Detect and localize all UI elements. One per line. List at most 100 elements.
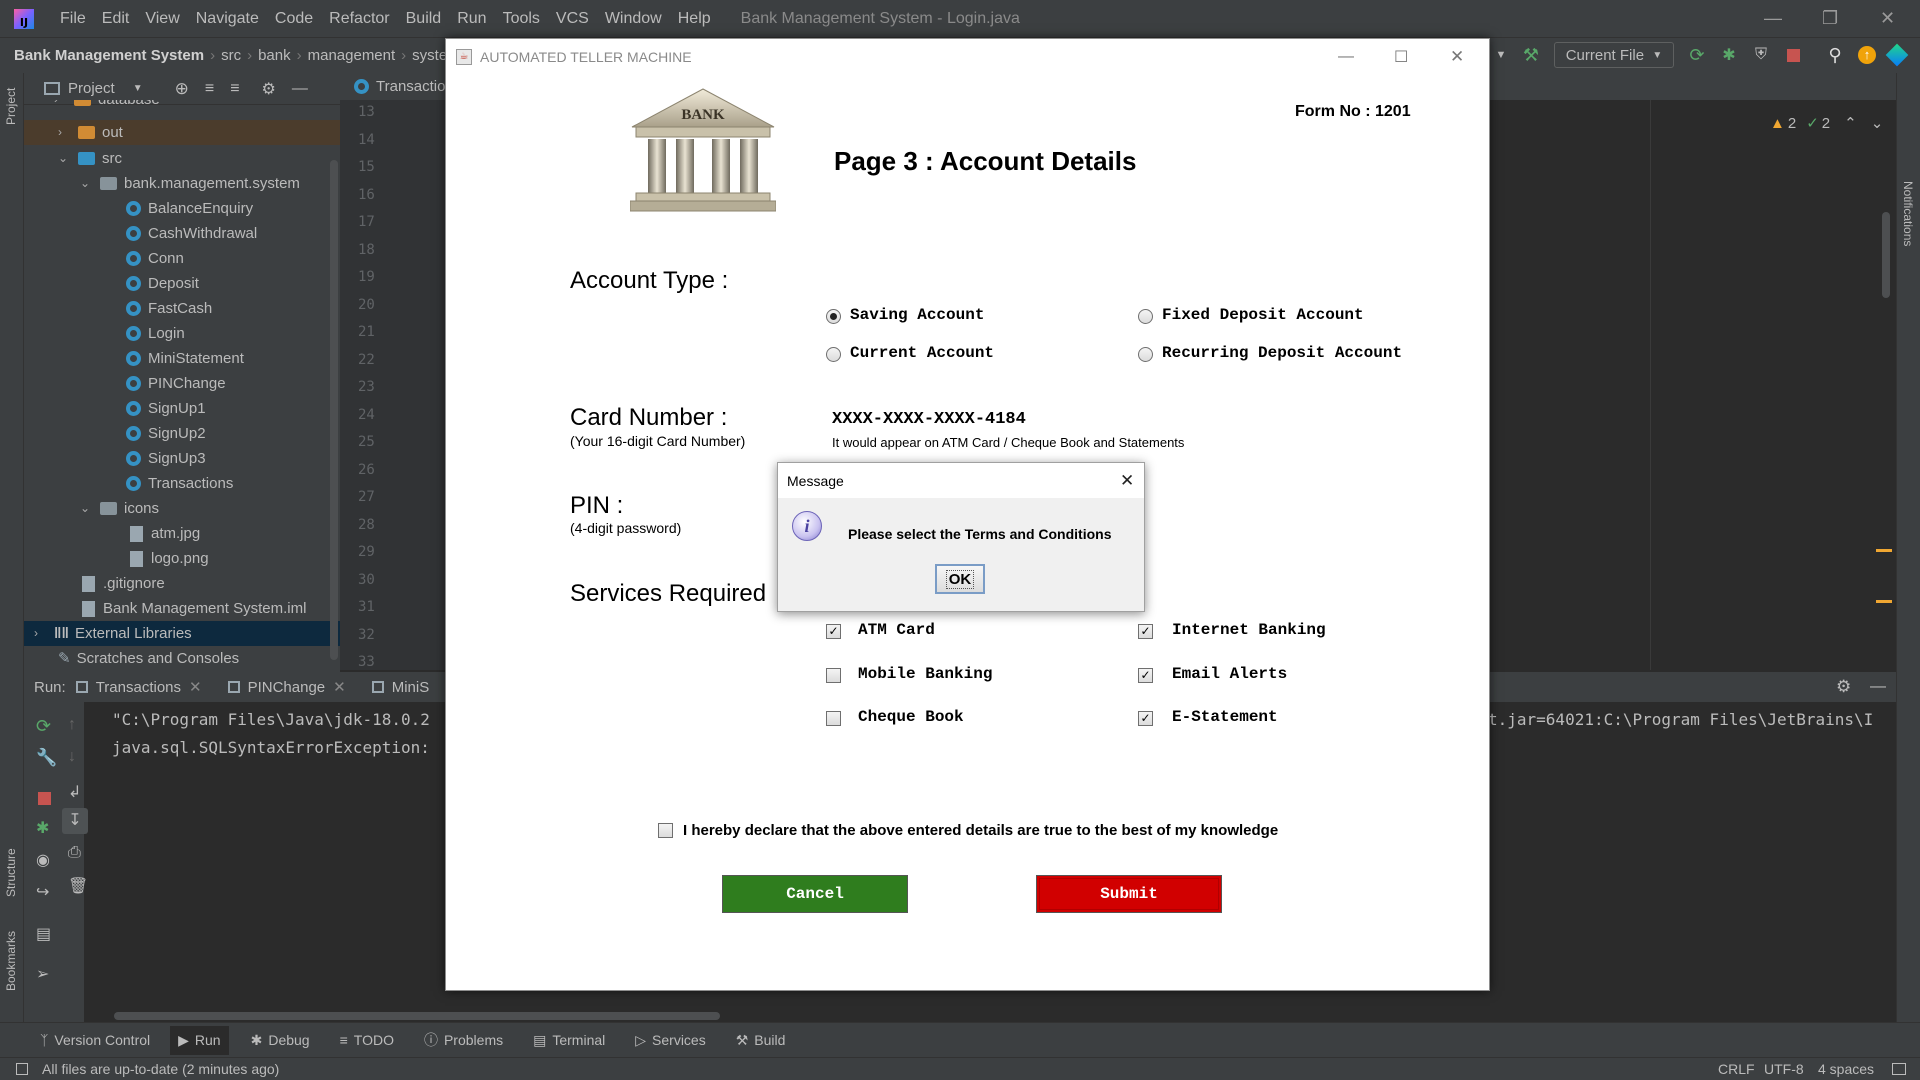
bookmarks-tool-label[interactable]: Bookmarks (4, 931, 18, 991)
scroll-to-end-icon[interactable]: ↧ (62, 808, 88, 834)
status-message[interactable]: All files are up-to-date (2 minutes ago) (42, 1061, 279, 1077)
declaration-text[interactable]: I hereby declare that the above entered … (683, 822, 1278, 839)
email-alerts-label[interactable]: Email Alerts (1172, 665, 1287, 683)
saving-account-label[interactable]: Saving Account (850, 306, 984, 324)
tree-file-gitignore[interactable]: .gitignore (82, 571, 165, 596)
checkbox-e-statement[interactable]: ✓ (1138, 711, 1153, 726)
tree-item-external-libraries[interactable]: › ‖‖ External Libraries (24, 621, 340, 646)
menu-edit[interactable]: Edit (94, 10, 138, 28)
tool-build[interactable]: ⚒ Build (736, 1032, 786, 1049)
warning-stripe[interactable] (1876, 549, 1892, 552)
tree-file-iml[interactable]: Bank Management System.iml (82, 596, 306, 621)
file-encoding[interactable]: UTF-8 (1764, 1061, 1804, 1077)
exit-icon[interactable]: ↪ (36, 882, 49, 902)
stop-icon[interactable] (38, 792, 51, 805)
project-tool-label[interactable]: Project (4, 88, 18, 125)
jetbrains-ai-icon[interactable] (1885, 42, 1909, 68)
e-statement-label[interactable]: E-Statement (1172, 708, 1278, 726)
breadcrumb-src[interactable]: src (221, 47, 241, 64)
editor-scrollbar[interactable] (1882, 212, 1890, 298)
tree-class-signup1[interactable]: SignUp1 (126, 396, 206, 421)
gear-icon[interactable]: ⚙ (1836, 677, 1851, 697)
editor-tab-transactions[interactable]: Transactio (354, 78, 445, 95)
layout-icon[interactable]: ▤ (36, 924, 51, 944)
tool-version-control[interactable]: ᛉ Version Control (40, 1032, 150, 1048)
checkbox-internet-banking[interactable]: ✓ (1138, 624, 1153, 639)
soft-wrap-icon[interactable]: ↲ (68, 782, 81, 802)
menu-file[interactable]: File (52, 10, 94, 28)
trash-icon[interactable]: 🗑 (68, 876, 88, 896)
chevron-down-icon[interactable]: ▼ (133, 83, 143, 94)
menu-view[interactable]: View (137, 10, 187, 28)
tree-class-deposit[interactable]: Deposit (126, 271, 199, 296)
checkbox-email-alerts[interactable]: ✓ (1138, 668, 1153, 683)
minimize-icon[interactable]: — (1764, 8, 1782, 29)
arrow-up-icon[interactable]: ↑ (68, 716, 76, 734)
tree-class-ministatement[interactable]: MiniStatement (126, 346, 244, 371)
tree-item-database[interactable]: ›database (24, 100, 340, 112)
checkbox-declaration[interactable] (658, 823, 673, 838)
tree-class-signup3[interactable]: SignUp3 (126, 446, 206, 471)
tree-class-login[interactable]: Login (126, 321, 185, 346)
indent-setting[interactable]: 4 spaces (1818, 1061, 1874, 1077)
tree-item-scratches[interactable]: ✎ Scratches and Consoles (58, 646, 239, 671)
line-separator[interactable]: CRLF (1718, 1061, 1755, 1077)
tree-class-cashwithdrawal[interactable]: CashWithdrawal (126, 221, 257, 246)
console-scrollbar[interactable] (114, 1012, 720, 1020)
menu-vcs[interactable]: VCS (548, 10, 597, 28)
checkbox-atm-card[interactable]: ✓ (826, 624, 841, 639)
recurring-deposit-label[interactable]: Recurring Deposit Account (1162, 344, 1402, 362)
cancel-button[interactable]: Cancel (722, 875, 908, 913)
menu-code[interactable]: Code (267, 10, 321, 28)
debug-bug-icon[interactable]: ✱ (1718, 42, 1740, 68)
cheque-book-label[interactable]: Cheque Book (858, 708, 964, 726)
mobile-banking-label[interactable]: Mobile Banking (858, 665, 992, 683)
menu-navigate[interactable]: Navigate (188, 10, 267, 28)
search-icon[interactable]: ⚲ (1824, 42, 1846, 68)
build-hammer-icon[interactable]: ⚒ (1520, 42, 1542, 68)
breadcrumb-bank[interactable]: bank (258, 47, 291, 64)
menu-run[interactable]: Run (449, 10, 494, 28)
tree-class-fastcash[interactable]: FastCash (126, 296, 212, 321)
submit-button[interactable]: Submit (1036, 875, 1222, 913)
tree-class-signup2[interactable]: SignUp2 (126, 421, 206, 446)
run-tab-transactions[interactable]: Transactions ✕ (75, 678, 202, 696)
collapse-all-icon[interactable]: ≡ (230, 80, 239, 98)
warning-stripe[interactable] (1876, 600, 1892, 603)
notifications-tool-label[interactable]: Notifications (1901, 181, 1915, 246)
breadcrumb-system[interactable]: syste (412, 47, 447, 64)
project-panel-title[interactable]: Project (68, 80, 115, 97)
update-icon[interactable]: ↑ (1856, 42, 1878, 68)
run-tab-minis[interactable]: MiniS (371, 679, 429, 696)
memory-indicator-icon[interactable] (1892, 1063, 1906, 1075)
locate-icon[interactable]: ⊕ (175, 79, 189, 99)
current-account-label[interactable]: Current Account (850, 344, 994, 362)
restore-icon[interactable]: ❐ (1822, 8, 1838, 29)
checkbox-mobile-banking[interactable] (826, 668, 841, 683)
atm-card-label[interactable]: ATM Card (858, 621, 935, 639)
wrench-icon[interactable]: 🔧 (36, 748, 57, 768)
minimize-icon[interactable]: — (1338, 48, 1354, 66)
close-icon[interactable]: ✕ (1880, 8, 1895, 29)
ok-button[interactable]: OK (935, 564, 985, 594)
gear-icon[interactable]: ⚙ (262, 79, 276, 99)
run-tab-pinchange[interactable]: PINChange ✕ (227, 678, 346, 696)
project-scrollbar[interactable] (330, 160, 338, 660)
menu-tools[interactable]: Tools (495, 10, 548, 28)
tree-class-transactions[interactable]: Transactions (126, 471, 233, 496)
expand-all-icon[interactable]: ≡ (205, 80, 214, 98)
rerun-icon[interactable]: ⟳ (1686, 42, 1708, 68)
tree-class-conn[interactable]: Conn (126, 246, 184, 271)
arrow-down-icon[interactable]: ↓ (68, 748, 76, 766)
debug-icon[interactable]: ✱ (36, 818, 49, 838)
tree-item-out[interactable]: › out (24, 120, 340, 145)
internet-banking-label[interactable]: Internet Banking (1172, 621, 1326, 639)
menu-refactor[interactable]: Refactor (321, 10, 397, 28)
maximize-icon[interactable]: ☐ (1394, 47, 1408, 67)
close-icon[interactable]: ✕ (1450, 47, 1464, 67)
hide-panel-icon[interactable]: — (1870, 678, 1886, 696)
inspection-widget[interactable]: ▲ 2 ✓ 2 ⌃ ⌄ (1770, 114, 1883, 133)
coverage-icon[interactable]: ⛨ (1750, 42, 1772, 68)
radio-recurring-deposit-account[interactable] (1138, 347, 1153, 362)
radio-fixed-deposit-account[interactable] (1138, 309, 1153, 324)
